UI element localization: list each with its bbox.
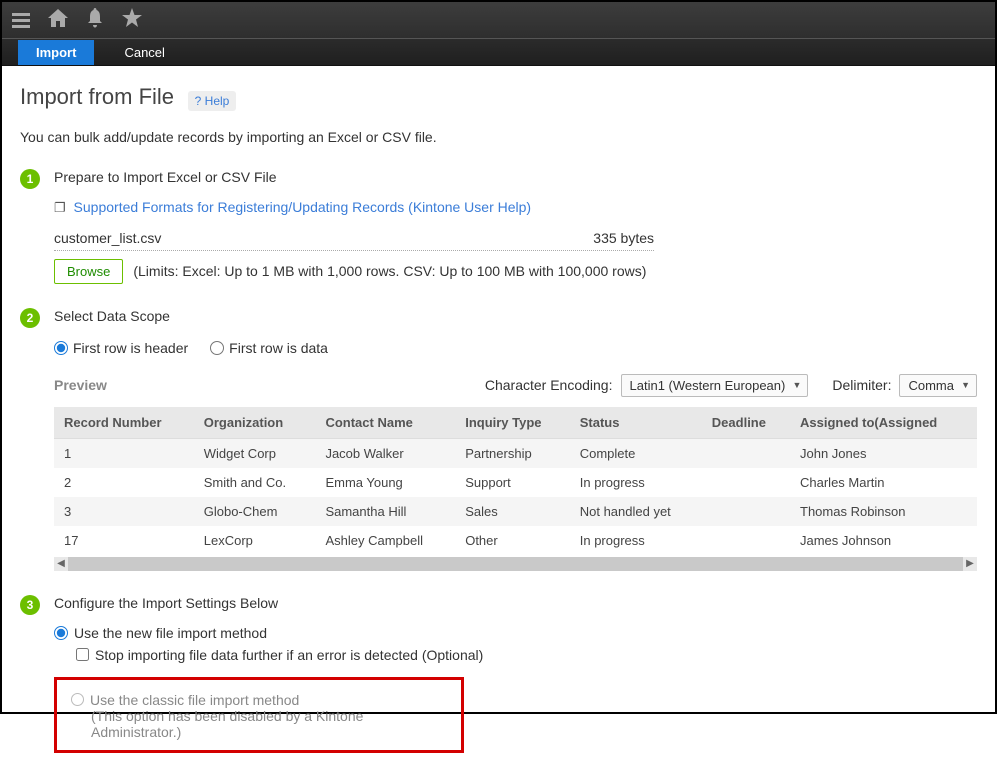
- table-cell: Ashley Campbell: [315, 526, 455, 555]
- table-header: Status: [570, 407, 702, 439]
- table-header: Contact Name: [315, 407, 455, 439]
- classic-import-disabled-block: Use the classic file import method (This…: [54, 677, 464, 753]
- help-link[interactable]: ? Help: [188, 91, 237, 111]
- preview-label: Preview: [54, 377, 107, 393]
- table-cell: Partnership: [455, 438, 570, 468]
- table-cell: [702, 526, 790, 555]
- table-header: Assigned to(Assigned: [790, 407, 977, 439]
- radio-first-row-header[interactable]: First row is header: [54, 340, 188, 356]
- file-limits-text: (Limits: Excel: Up to 1 MB with 1,000 ro…: [133, 263, 646, 279]
- page-subtitle: You can bulk add/update records by impor…: [20, 129, 977, 145]
- table-header: Record Number: [54, 407, 194, 439]
- table-cell: Globo-Chem: [194, 497, 316, 526]
- table-cell: Thomas Robinson: [790, 497, 977, 526]
- supported-formats-link[interactable]: Supported Formats for Registering/Updati…: [74, 199, 532, 215]
- table-cell: Complete: [570, 438, 702, 468]
- table-cell: James Johnson: [790, 526, 977, 555]
- page-title: Import from File: [20, 84, 174, 110]
- table-cell: Widget Corp: [194, 438, 316, 468]
- table-cell: 17: [54, 526, 194, 555]
- step-3-badge: 3: [20, 595, 40, 615]
- checkbox-stop-on-error-input[interactable]: [76, 648, 89, 661]
- encoding-label: Character Encoding:: [485, 377, 613, 393]
- table-cell: Smith and Co.: [194, 468, 316, 497]
- scroll-left-icon[interactable]: ◀: [54, 558, 68, 569]
- scroll-track[interactable]: [68, 557, 963, 571]
- selected-filesize: 335 bytes: [593, 230, 654, 246]
- browse-button[interactable]: Browse: [54, 259, 123, 284]
- table-header: Deadline: [702, 407, 790, 439]
- table-row: 3Globo-ChemSamantha HillSalesNot handled…: [54, 497, 977, 526]
- table-cell: John Jones: [790, 438, 977, 468]
- table-cell: Charles Martin: [790, 468, 977, 497]
- external-link-icon: ❐: [54, 200, 66, 215]
- encoding-select[interactable]: Latin1 (Western European): [621, 374, 809, 397]
- delimiter-label: Delimiter:: [832, 377, 891, 393]
- table-cell: Not handled yet: [570, 497, 702, 526]
- star-icon[interactable]: [122, 8, 142, 33]
- radio-first-row-header-input[interactable]: [54, 341, 68, 355]
- radio-new-import-input[interactable]: [54, 626, 68, 640]
- table-cell: 2: [54, 468, 194, 497]
- menu-icon[interactable]: [12, 13, 30, 28]
- table-cell: [702, 438, 790, 468]
- scroll-right-icon[interactable]: ▶: [963, 558, 977, 569]
- table-cell: In progress: [570, 468, 702, 497]
- table-cell: 3: [54, 497, 194, 526]
- table-header: Organization: [194, 407, 316, 439]
- table-cell: In progress: [570, 526, 702, 555]
- radio-first-row-data[interactable]: First row is data: [210, 340, 328, 356]
- table-cell: Sales: [455, 497, 570, 526]
- step-2-title: Select Data Scope: [54, 308, 977, 324]
- step-1-title: Prepare to Import Excel or CSV File: [54, 169, 977, 185]
- preview-table: Record NumberOrganizationContact NameInq…: [54, 407, 977, 555]
- home-icon[interactable]: [48, 9, 68, 32]
- bell-icon[interactable]: [86, 8, 104, 33]
- checkbox-stop-on-error[interactable]: Stop importing file data further if an e…: [76, 647, 977, 663]
- table-cell: Samantha Hill: [315, 497, 455, 526]
- radio-classic-import-input: [71, 693, 84, 706]
- step-1-badge: 1: [20, 169, 40, 189]
- table-row: 17LexCorpAshley CampbellOtherIn progress…: [54, 526, 977, 555]
- radio-new-import[interactable]: Use the new file import method: [54, 625, 977, 641]
- table-cell: Jacob Walker: [315, 438, 455, 468]
- table-header: Inquiry Type: [455, 407, 570, 439]
- table-cell: [702, 497, 790, 526]
- import-button[interactable]: Import: [18, 40, 94, 65]
- classic-import-note: (This option has been disabled by a Kint…: [91, 708, 447, 740]
- radio-first-row-data-input[interactable]: [210, 341, 224, 355]
- table-row: 1Widget CorpJacob WalkerPartnershipCompl…: [54, 438, 977, 468]
- horizontal-scrollbar[interactable]: ◀ ▶: [54, 557, 977, 571]
- table-cell: Other: [455, 526, 570, 555]
- step-3-title: Configure the Import Settings Below: [54, 595, 977, 611]
- delimiter-select[interactable]: Comma: [899, 374, 977, 397]
- table-cell: LexCorp: [194, 526, 316, 555]
- table-cell: 1: [54, 438, 194, 468]
- cancel-button[interactable]: Cancel: [124, 45, 164, 60]
- table-row: 2Smith and Co.Emma YoungSupportIn progre…: [54, 468, 977, 497]
- table-cell: Emma Young: [315, 468, 455, 497]
- table-cell: Support: [455, 468, 570, 497]
- radio-classic-import: Use the classic file import method: [71, 692, 447, 708]
- step-2-badge: 2: [20, 308, 40, 328]
- selected-filename: customer_list.csv: [54, 230, 161, 246]
- table-cell: [702, 468, 790, 497]
